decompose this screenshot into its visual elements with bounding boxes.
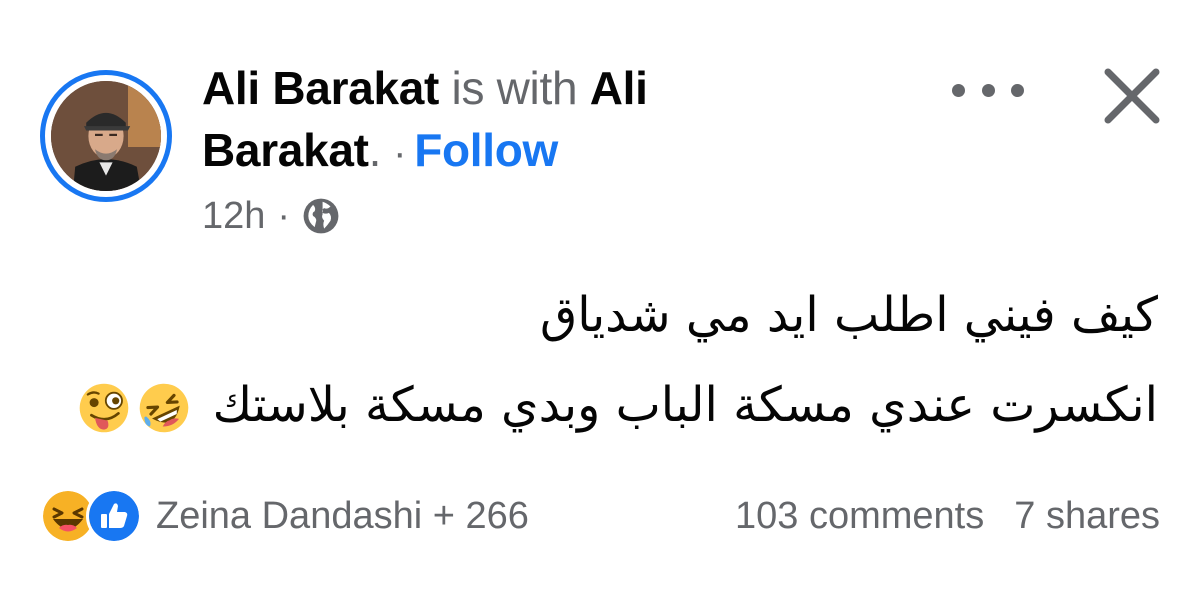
engagement-stats: 103 comments 7 shares [735, 495, 1160, 538]
shares-count[interactable]: 7 shares [1014, 495, 1160, 538]
profile-photo [51, 81, 161, 191]
meta-separator: · [277, 194, 291, 237]
header-separator: · [393, 131, 407, 175]
post-body: كيف فيني اطلب ايد مي شدياق انكسرت عندي م… [58, 280, 1158, 460]
post-time[interactable]: 12h [202, 195, 265, 238]
more-options-button[interactable] [952, 70, 1024, 110]
zany-face-emoji-icon [80, 383, 129, 433]
profile-avatar[interactable] [40, 70, 172, 202]
comments-count[interactable]: 103 comments [735, 495, 984, 538]
close-icon[interactable] [1098, 62, 1166, 130]
post-header-line-1: Ali Barakat is with Ali [202, 58, 762, 118]
post-footer: Zeina Dandashi + 266 103 comments 7 shar… [40, 488, 1160, 544]
like-reaction-icon [86, 488, 142, 544]
more-dot [1011, 83, 1024, 97]
post-meta: 12h · [202, 192, 340, 240]
reactors-text[interactable]: Zeina Dandashi + 266 [156, 495, 529, 538]
post-line-1: كيف فيني اطلب ايد مي شدياق [58, 280, 1158, 350]
post-header-line-2: Barakat. · Follow [202, 120, 762, 183]
rolling-laughing-emoji-icon [140, 383, 189, 433]
follow-button[interactable]: Follow [414, 124, 558, 176]
author-name[interactable]: Ali Barakat [202, 62, 439, 114]
globe-icon [303, 198, 339, 234]
with-text: is with [451, 62, 578, 114]
tagged-name-second[interactable]: Barakat [202, 124, 369, 176]
tagged-name-first[interactable]: Ali [590, 62, 648, 114]
post-line-2: انكسرت عندي مسكة الباب وبدي مسكة بلاستك [58, 370, 1158, 440]
reactions-summary[interactable]: Zeina Dandashi + 266 [40, 488, 529, 544]
more-dot [952, 83, 965, 97]
period: . [368, 124, 382, 176]
post-line-2-text: انكسرت عندي مسكة الباب وبدي مسكة بلاستك [212, 377, 1158, 433]
more-dot [981, 83, 995, 97]
post-line-1-text: كيف فيني اطلب ايد مي شدياق [539, 287, 1158, 343]
